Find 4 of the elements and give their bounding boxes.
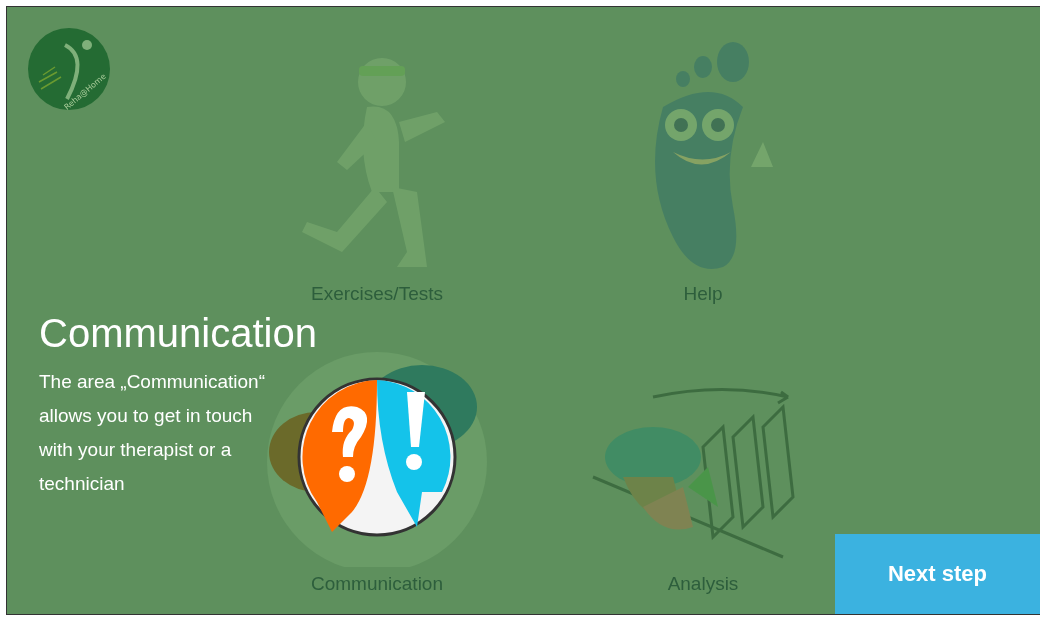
- tutorial-description: The area „Communication“ allows you to get in touch with your therapist or a technician: [39, 370, 266, 496]
- next-step-button[interactable]: Next step: [835, 534, 1040, 614]
- pie-chart-icon: [605, 427, 718, 530]
- tutorial-title: Communication: [39, 310, 318, 357]
